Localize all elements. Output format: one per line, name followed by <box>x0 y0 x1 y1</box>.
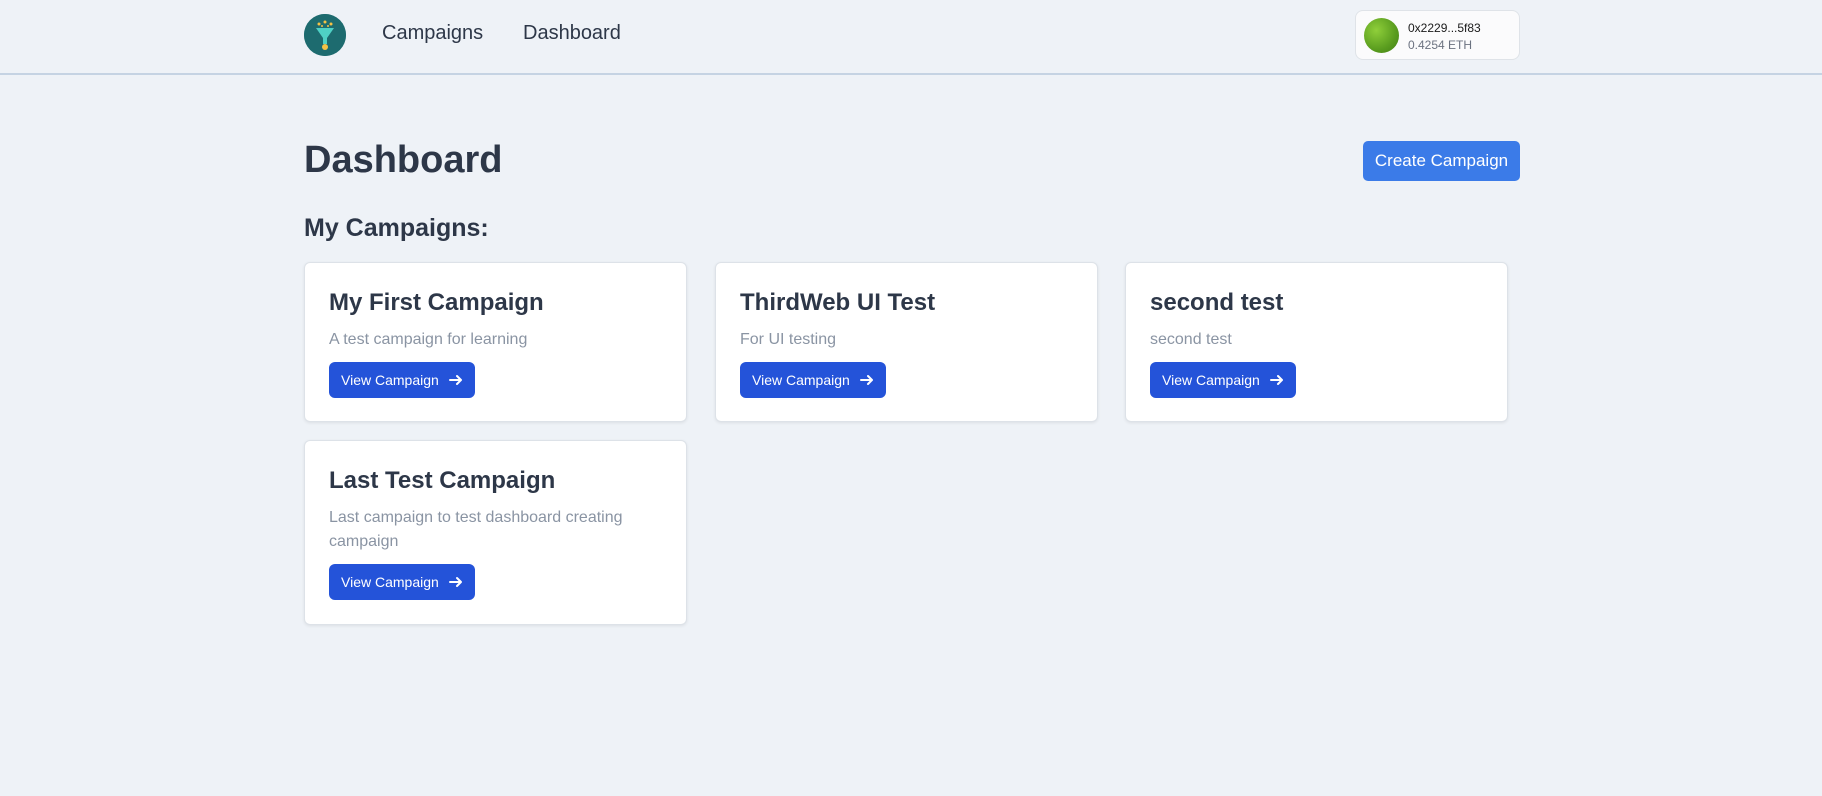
wallet-avatar-icon <box>1364 18 1399 53</box>
view-campaign-label: View Campaign <box>341 574 439 590</box>
campaign-title: second test <box>1150 289 1284 316</box>
funnel-logo-icon[interactable] <box>304 14 346 56</box>
top-navbar: Campaigns Dashboard 0x2229...5f83 0.4254… <box>0 0 1822 75</box>
wallet-connect-button[interactable]: 0x2229...5f83 0.4254 ETH <box>1355 10 1520 60</box>
campaign-card: Last Test Campaign Last campaign to test… <box>304 440 687 625</box>
arrow-right-icon <box>448 375 462 385</box>
campaign-card: ThirdWeb UI Test For UI testing View Cam… <box>715 262 1098 422</box>
campaign-description: For UI testing <box>740 331 837 348</box>
campaign-title: My First Campaign <box>329 289 544 316</box>
wallet-balance: 0.4254 ETH <box>1408 38 1473 52</box>
campaign-title: Last Test Campaign <box>329 467 556 494</box>
create-campaign-button[interactable]: Create Campaign <box>1363 141 1520 181</box>
view-campaign-button[interactable]: View Campaign <box>1150 362 1296 398</box>
campaign-description: A test campaign for learning <box>329 331 528 348</box>
arrow-right-icon <box>448 577 462 587</box>
campaign-description: Last campaign to test dashboard creating… <box>329 509 623 550</box>
view-campaign-label: View Campaign <box>752 372 850 388</box>
wallet-address: 0x2229...5f83 <box>1408 21 1481 35</box>
arrow-right-icon <box>859 375 873 385</box>
campaign-title: ThirdWeb UI Test <box>740 289 936 316</box>
nav-dashboard-link[interactable]: Dashboard <box>523 22 621 45</box>
arrow-right-icon <box>1269 375 1283 385</box>
campaign-description: second test <box>1150 331 1232 348</box>
campaign-card: second test second test View Campaign <box>1125 262 1508 422</box>
page-title: Dashboard <box>304 139 503 181</box>
view-campaign-button[interactable]: View Campaign <box>329 564 475 600</box>
nav-campaigns-link[interactable]: Campaigns <box>382 22 483 45</box>
view-campaign-button[interactable]: View Campaign <box>329 362 475 398</box>
section-title: My Campaigns: <box>304 214 489 242</box>
view-campaign-label: View Campaign <box>341 372 439 388</box>
view-campaign-label: View Campaign <box>1162 372 1260 388</box>
view-campaign-button[interactable]: View Campaign <box>740 362 886 398</box>
campaign-card: My First Campaign A test campaign for le… <box>304 262 687 422</box>
